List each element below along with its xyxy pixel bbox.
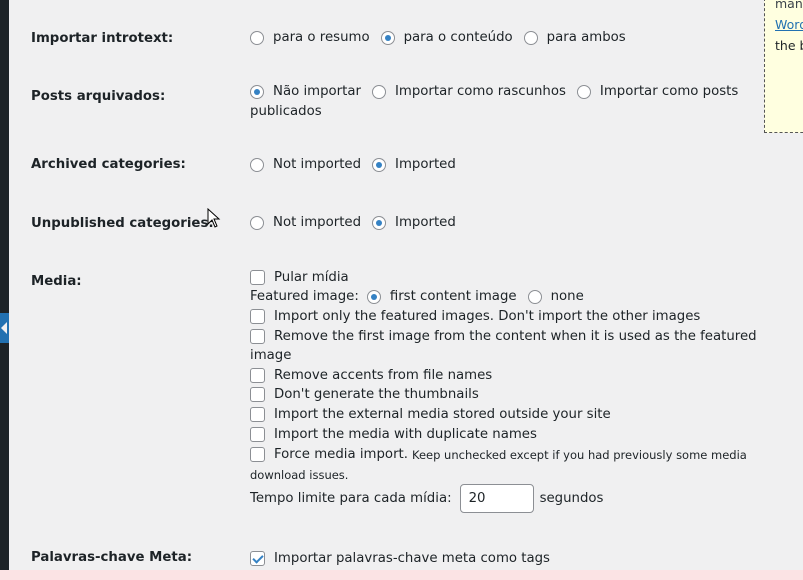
remove-accents-checkbox[interactable] bbox=[250, 368, 265, 383]
external-media-row: Import the external media stored outside… bbox=[250, 407, 611, 422]
force-import-hint-wrap: download issues. bbox=[250, 468, 349, 482]
force-import-row: Force media import. Keep unchecked excep… bbox=[250, 447, 747, 462]
introtext-radio-content[interactable] bbox=[380, 30, 395, 45]
skip-media-row: Pular mídia bbox=[250, 270, 349, 285]
help-notice: many Word the b bbox=[764, 0, 803, 133]
archived-categories-option-not-imported[interactable]: Not imported bbox=[273, 157, 361, 172]
meta-keywords-row: Importar palavras-chave meta como tags bbox=[250, 551, 550, 566]
media-label: Media: bbox=[31, 274, 82, 289]
unpublished-categories-option-not-imported[interactable]: Not imported bbox=[273, 215, 361, 230]
archived-categories-label: Archived categories: bbox=[31, 157, 186, 172]
notice-link[interactable]: Word bbox=[775, 17, 803, 32]
external-media-checkbox[interactable] bbox=[250, 407, 265, 422]
current-menu-arrow-icon bbox=[0, 313, 9, 343]
archived-posts-radio-published[interactable] bbox=[576, 84, 591, 99]
remove-accents-text[interactable]: Remove accents from file names bbox=[274, 368, 492, 383]
introtext-option-content[interactable]: para o conteúdo bbox=[404, 30, 513, 45]
archived-posts-option-published[interactable]: Importar como posts bbox=[600, 84, 738, 99]
introtext-options: para o resumo para o conteúdo para ambos bbox=[250, 30, 637, 45]
force-import-hint: Keep unchecked except if you had previou… bbox=[411, 447, 747, 462]
duplicate-names-text[interactable]: Import the media with duplicate names bbox=[274, 427, 537, 442]
meta-keywords-checkbox[interactable] bbox=[250, 551, 265, 566]
archived-categories-options: Not imported Imported bbox=[250, 157, 467, 172]
remove-first-image-row: Remove the first image from the content … bbox=[250, 329, 757, 344]
archived-posts-options: Não importar Importar como rascunhos Imp… bbox=[250, 84, 749, 99]
archived-posts-label: Posts arquivados: bbox=[31, 89, 166, 104]
introtext-label: Importar introtext: bbox=[31, 31, 174, 46]
no-thumbnails-checkbox[interactable] bbox=[250, 387, 265, 402]
no-thumbnails-text[interactable]: Don't generate the thumbnails bbox=[274, 387, 479, 402]
notice-text-1: many bbox=[775, 0, 803, 11]
featured-radio-first-content[interactable] bbox=[366, 289, 381, 304]
remove-first-image-wrap: image bbox=[250, 348, 292, 363]
featured-option-first-content[interactable]: first content image bbox=[390, 289, 517, 304]
unpublished-categories-radio-imported[interactable] bbox=[372, 215, 387, 230]
only-featured-text[interactable]: Import only the featured images. Don't i… bbox=[274, 309, 700, 324]
featured-image-row: Featured image: first content image none bbox=[250, 289, 595, 304]
archived-posts-option-none[interactable]: Não importar bbox=[273, 84, 361, 99]
remove-accents-row: Remove accents from file names bbox=[250, 368, 492, 383]
only-featured-checkbox[interactable] bbox=[250, 309, 265, 324]
notice-text-3: the b bbox=[775, 38, 803, 53]
remove-first-image-text[interactable]: Remove the first image from the content … bbox=[274, 329, 757, 344]
meta-keywords-text[interactable]: Importar palavras-chave meta como tags bbox=[274, 551, 550, 566]
remove-first-image-checkbox[interactable] bbox=[250, 329, 265, 344]
unpublished-categories-option-imported[interactable]: Imported bbox=[395, 215, 456, 230]
timeout-input[interactable] bbox=[459, 484, 534, 513]
archived-categories-radio-not-imported[interactable] bbox=[250, 157, 264, 172]
archived-posts-option-drafts[interactable]: Importar como rascunhos bbox=[395, 84, 566, 99]
unpublished-categories-radio-not-imported[interactable] bbox=[250, 215, 264, 230]
bottom-taskbar-strip bbox=[0, 570, 803, 580]
duplicate-names-row: Import the media with duplicate names bbox=[250, 427, 537, 442]
unpublished-categories-options: Not imported Imported bbox=[250, 215, 467, 230]
introtext-option-summary[interactable]: para o resumo bbox=[273, 30, 370, 45]
external-media-text[interactable]: Import the external media stored outside… bbox=[274, 407, 611, 422]
archived-categories-option-imported[interactable]: Imported bbox=[395, 157, 456, 172]
timeout-label: Tempo limite para cada mídia: bbox=[250, 491, 452, 506]
featured-option-none[interactable]: none bbox=[551, 289, 584, 304]
meta-keywords-label: Palavras-chave Meta: bbox=[31, 550, 193, 565]
force-import-text[interactable]: Force media import. bbox=[274, 447, 408, 462]
archived-posts-wrap-text: publicados bbox=[250, 104, 322, 119]
archived-posts-radio-none[interactable] bbox=[250, 84, 264, 99]
archived-categories-radio-imported[interactable] bbox=[372, 157, 387, 172]
featured-image-label: Featured image: bbox=[250, 289, 359, 304]
only-featured-row: Import only the featured images. Don't i… bbox=[250, 309, 700, 324]
introtext-radio-summary[interactable] bbox=[250, 30, 264, 45]
mouse-pointer-icon bbox=[207, 208, 221, 228]
introtext-option-both[interactable]: para ambos bbox=[547, 30, 626, 45]
no-thumbnails-row: Don't generate the thumbnails bbox=[250, 387, 479, 402]
timeout-row: Tempo limite para cada mídia: segundos bbox=[250, 484, 604, 513]
timeout-unit: segundos bbox=[539, 491, 604, 506]
skip-media-checkbox[interactable] bbox=[250, 270, 265, 285]
admin-sidebar bbox=[0, 0, 9, 580]
featured-radio-none[interactable] bbox=[527, 289, 542, 304]
force-import-checkbox[interactable] bbox=[250, 447, 265, 462]
archived-posts-radio-drafts[interactable] bbox=[371, 84, 386, 99]
unpublished-categories-label: Unpublished categories: bbox=[31, 216, 214, 231]
introtext-radio-both[interactable] bbox=[523, 30, 538, 45]
skip-media-text[interactable]: Pular mídia bbox=[274, 270, 349, 285]
duplicate-names-checkbox[interactable] bbox=[250, 427, 265, 442]
